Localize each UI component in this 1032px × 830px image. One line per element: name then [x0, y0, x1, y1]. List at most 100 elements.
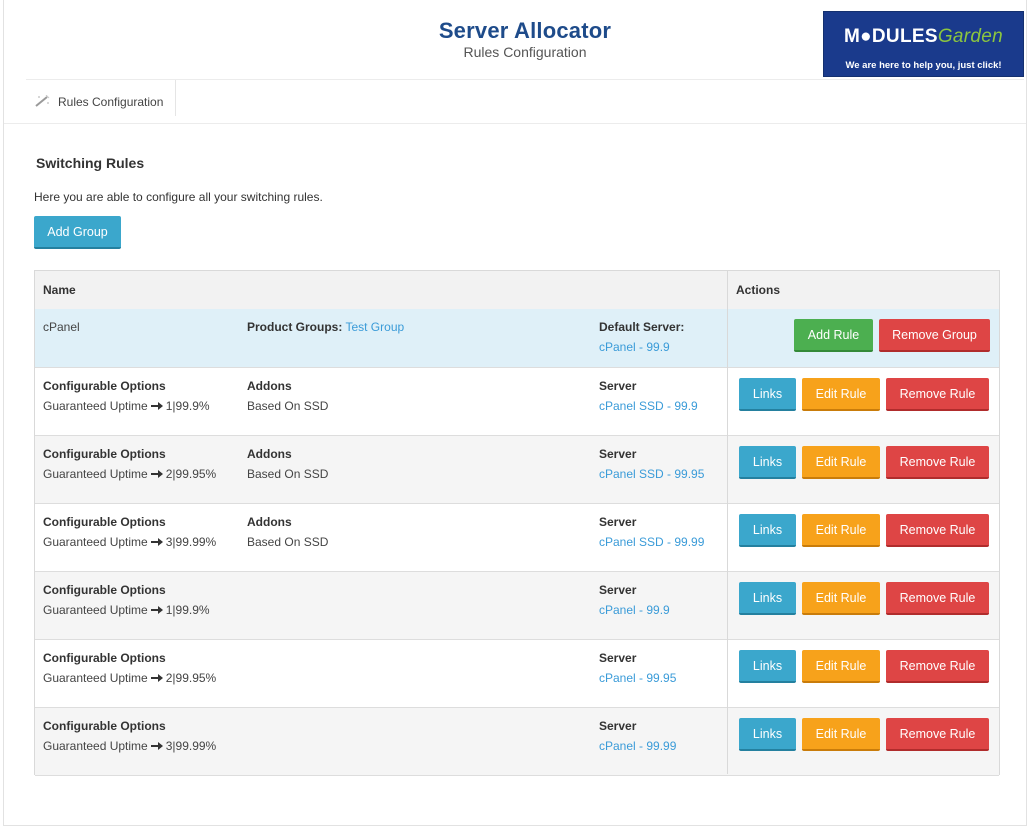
- option-name: Guaranteed Uptime: [43, 603, 148, 617]
- navbar: Rules Configuration: [4, 80, 1026, 124]
- default-server: Default Server: cPanel - 99.9: [599, 317, 684, 357]
- section-description: Here you are able to configure all your …: [34, 190, 323, 204]
- configurable-options-value: Guaranteed Uptime 1|99.9%: [43, 396, 210, 416]
- add-rule-button[interactable]: Add Rule: [794, 319, 873, 352]
- arrow-right-icon: [150, 402, 163, 410]
- column-header-name: Name: [43, 283, 76, 297]
- remove-rule-button[interactable]: Remove Rule: [886, 514, 989, 547]
- remove-rule-button[interactable]: Remove Rule: [886, 718, 989, 751]
- add-group-button[interactable]: Add Group: [34, 216, 121, 249]
- product-groups: Product Groups: Test Group: [247, 317, 404, 337]
- edit-rule-button[interactable]: Edit Rule: [802, 582, 880, 615]
- links-button[interactable]: Links: [739, 446, 796, 479]
- server-link[interactable]: cPanel - 99.99: [599, 736, 676, 756]
- addons-label: Addons: [247, 515, 292, 529]
- option-value: 2|99.95%: [165, 671, 217, 685]
- arrow-right-icon: [150, 606, 163, 614]
- product-groups-label: Product Groups:: [247, 320, 343, 334]
- section-title: Switching Rules: [36, 155, 145, 171]
- configurable-options-label: Configurable Options: [43, 515, 166, 529]
- option-name: Guaranteed Uptime: [43, 467, 148, 481]
- nav-item-rules-configuration[interactable]: Rules Configuration: [26, 80, 176, 116]
- configurable-options-label: Configurable Options: [43, 379, 166, 393]
- remove-rule-button[interactable]: Remove Rule: [886, 446, 989, 479]
- option-name: Guaranteed Uptime: [43, 671, 148, 685]
- product-groups-link[interactable]: Test Group: [345, 320, 404, 334]
- links-button[interactable]: Links: [739, 582, 796, 615]
- edit-rule-button[interactable]: Edit Rule: [802, 718, 880, 751]
- option-name: Guaranteed Uptime: [43, 535, 148, 549]
- edit-rule-button[interactable]: Edit Rule: [802, 446, 880, 479]
- configurable-options: Configurable Options Guaranteed Uptime 2|…: [43, 648, 216, 688]
- table-row: Configurable Options Guaranteed Uptime 3|…: [35, 504, 999, 572]
- addons-value: Based On SSD: [247, 535, 329, 549]
- default-server-link[interactable]: cPanel - 99.9: [599, 337, 684, 357]
- configurable-options-value: Guaranteed Uptime 3|99.99%: [43, 532, 216, 552]
- configurable-options-label: Configurable Options: [43, 651, 166, 665]
- configurable-options: Configurable Options Guaranteed Uptime 1|…: [43, 580, 210, 620]
- table-row: Configurable Options Guaranteed Uptime 2|…: [35, 640, 999, 708]
- option-value: 1|99.9%: [165, 603, 210, 617]
- server-label: Server: [599, 515, 637, 529]
- server-link[interactable]: cPanel SSD - 99.99: [599, 532, 704, 552]
- configurable-options: Configurable Options Guaranteed Uptime 2|…: [43, 444, 216, 484]
- server-link[interactable]: cPanel - 99.9: [599, 600, 670, 620]
- edit-rule-button[interactable]: Edit Rule: [802, 514, 880, 547]
- server-link[interactable]: cPanel - 99.95: [599, 668, 676, 688]
- table-row: Configurable Options Guaranteed Uptime 1|…: [35, 368, 999, 436]
- addons-value: Based On SSD: [247, 467, 329, 481]
- configurable-options-value: Guaranteed Uptime 2|99.95%: [43, 464, 216, 484]
- links-button[interactable]: Links: [739, 650, 796, 683]
- server: Server cPanel - 99.99: [599, 716, 676, 756]
- remove-rule-button[interactable]: Remove Rule: [886, 378, 989, 411]
- server-label: Server: [599, 379, 637, 393]
- arrow-right-icon: [150, 538, 163, 546]
- nav-item-label: Rules Configuration: [58, 95, 164, 109]
- page-frame: Server Allocator Rules Configuration M●D…: [3, 0, 1027, 826]
- option-value: 3|99.99%: [165, 535, 217, 549]
- configurable-options-label: Configurable Options: [43, 583, 166, 597]
- server-link[interactable]: cPanel SSD - 99.9: [599, 396, 698, 416]
- addons-value: Based On SSD: [247, 399, 329, 413]
- configurable-options: Configurable Options Guaranteed Uptime 1|…: [43, 376, 210, 416]
- column-divider: [727, 271, 728, 774]
- logo-modules-text: M●DULES: [844, 26, 938, 47]
- rules-table: Name Actions cPanel Product Groups: Test…: [34, 270, 1000, 776]
- arrow-right-icon: [150, 674, 163, 682]
- modulesgarden-logo[interactable]: M●DULESGarden We are here to help you, j…: [823, 11, 1024, 77]
- table-header: Name Actions: [35, 271, 999, 310]
- configurable-options: Configurable Options Guaranteed Uptime 3|…: [43, 716, 216, 756]
- table-row: Configurable Options Guaranteed Uptime 3|…: [35, 708, 999, 776]
- option-name: Guaranteed Uptime: [43, 399, 148, 413]
- links-button[interactable]: Links: [739, 378, 796, 411]
- option-value: 2|99.95%: [165, 467, 217, 481]
- table-row: Configurable Options Guaranteed Uptime 2|…: [35, 436, 999, 504]
- addons: Addons Based On SSD: [247, 376, 328, 416]
- option-value: 1|99.9%: [165, 399, 210, 413]
- remove-group-button[interactable]: Remove Group: [879, 319, 990, 352]
- server-label: Server: [599, 719, 637, 733]
- links-button[interactable]: Links: [739, 718, 796, 751]
- table-row: Configurable Options Guaranteed Uptime 1|…: [35, 572, 999, 640]
- server: Server cPanel - 99.9: [599, 580, 670, 620]
- arrow-right-icon: [150, 470, 163, 478]
- group-row: cPanel Product Groups: Test Group Defaul…: [35, 309, 999, 368]
- addons: Addons Based On SSD: [247, 512, 328, 552]
- server-link[interactable]: cPanel SSD - 99.95: [599, 464, 704, 484]
- addons: Addons Based On SSD: [247, 444, 328, 484]
- logo-wordmark: M●DULESGarden: [824, 26, 1023, 48]
- addons-label: Addons: [247, 447, 292, 461]
- configurable-options-value: Guaranteed Uptime 1|99.9%: [43, 600, 210, 620]
- magic-wand-icon: [35, 95, 50, 107]
- configurable-options-value: Guaranteed Uptime 3|99.99%: [43, 736, 216, 756]
- edit-rule-button[interactable]: Edit Rule: [802, 378, 880, 411]
- group-name: cPanel: [43, 320, 80, 334]
- option-value: 3|99.99%: [165, 739, 217, 753]
- links-button[interactable]: Links: [739, 514, 796, 547]
- remove-rule-button[interactable]: Remove Rule: [886, 582, 989, 615]
- server: Server cPanel SSD - 99.95: [599, 444, 704, 484]
- configurable-options-value: Guaranteed Uptime 2|99.95%: [43, 668, 216, 688]
- configurable-options-label: Configurable Options: [43, 719, 166, 733]
- remove-rule-button[interactable]: Remove Rule: [886, 650, 989, 683]
- edit-rule-button[interactable]: Edit Rule: [802, 650, 880, 683]
